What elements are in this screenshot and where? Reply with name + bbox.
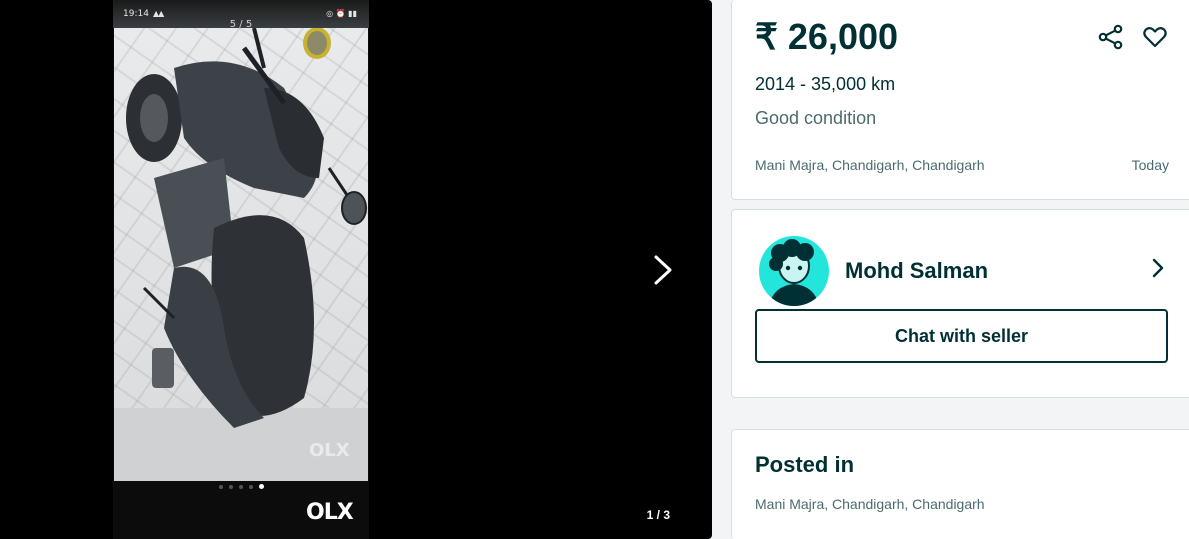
- image-counter: 1 / 3: [646, 508, 670, 522]
- carousel-dot-active: [258, 484, 264, 489]
- heart-icon[interactable]: [1142, 24, 1168, 50]
- avatar[interactable]: [759, 236, 829, 306]
- next-arrow-icon[interactable]: [646, 252, 678, 288]
- olx-watermark: OLX: [309, 440, 350, 461]
- seller-card: Mohd Salman Chat with seller: [731, 209, 1189, 398]
- posted-in-card: Posted in Mani Majra, Chandigarh, Chandi…: [731, 429, 1189, 539]
- carousel-dot: [248, 485, 253, 489]
- share-icon[interactable]: [1098, 24, 1124, 50]
- phone-signal-icon: ▲▲: [153, 9, 164, 18]
- chat-with-seller-button[interactable]: Chat with seller: [755, 309, 1168, 363]
- carousel-dot: [218, 485, 223, 489]
- ad-year-km: 2014 - 35,000 km: [755, 74, 896, 94]
- olx-logo: OLX: [306, 500, 354, 525]
- price: ₹ 26,000: [755, 16, 899, 57]
- listing-photo[interactable]: 19:14 ▲▲ ◎ ⏰ ▮▮ 5 / 5 ←: [113, 0, 369, 539]
- phone-status-bar: 19:14 ▲▲ ◎ ⏰ ▮▮ 5 / 5 ←: [113, 0, 369, 41]
- chevron-right-icon[interactable]: [1146, 256, 1170, 280]
- price-card: ₹ 26,000 2014 - 35,000 km Good condition…: [731, 0, 1189, 200]
- image-gallery: 19:14 ▲▲ ◎ ⏰ ▮▮ 5 / 5 ←: [0, 0, 712, 539]
- posted-in-location: Mani Majra, Chandigarh, Chandigarh: [755, 496, 985, 512]
- ad-title: Good condition: [755, 108, 877, 128]
- phone-battery-icon: ◎ ⏰ ▮▮: [326, 9, 357, 18]
- ad-location: Mani Majra, Chandigarh, Chandigarh: [755, 157, 985, 173]
- scooter-image: [114, 28, 368, 481]
- seller-name[interactable]: Mohd Salman: [845, 258, 988, 284]
- phone-time: 19:14: [123, 9, 149, 19]
- phone-carousel-dots: [113, 484, 369, 489]
- posted-in-heading: Posted in: [755, 452, 855, 477]
- ad-date: Today: [1131, 157, 1169, 173]
- carousel-dot: [228, 485, 233, 489]
- carousel-dot: [238, 485, 243, 489]
